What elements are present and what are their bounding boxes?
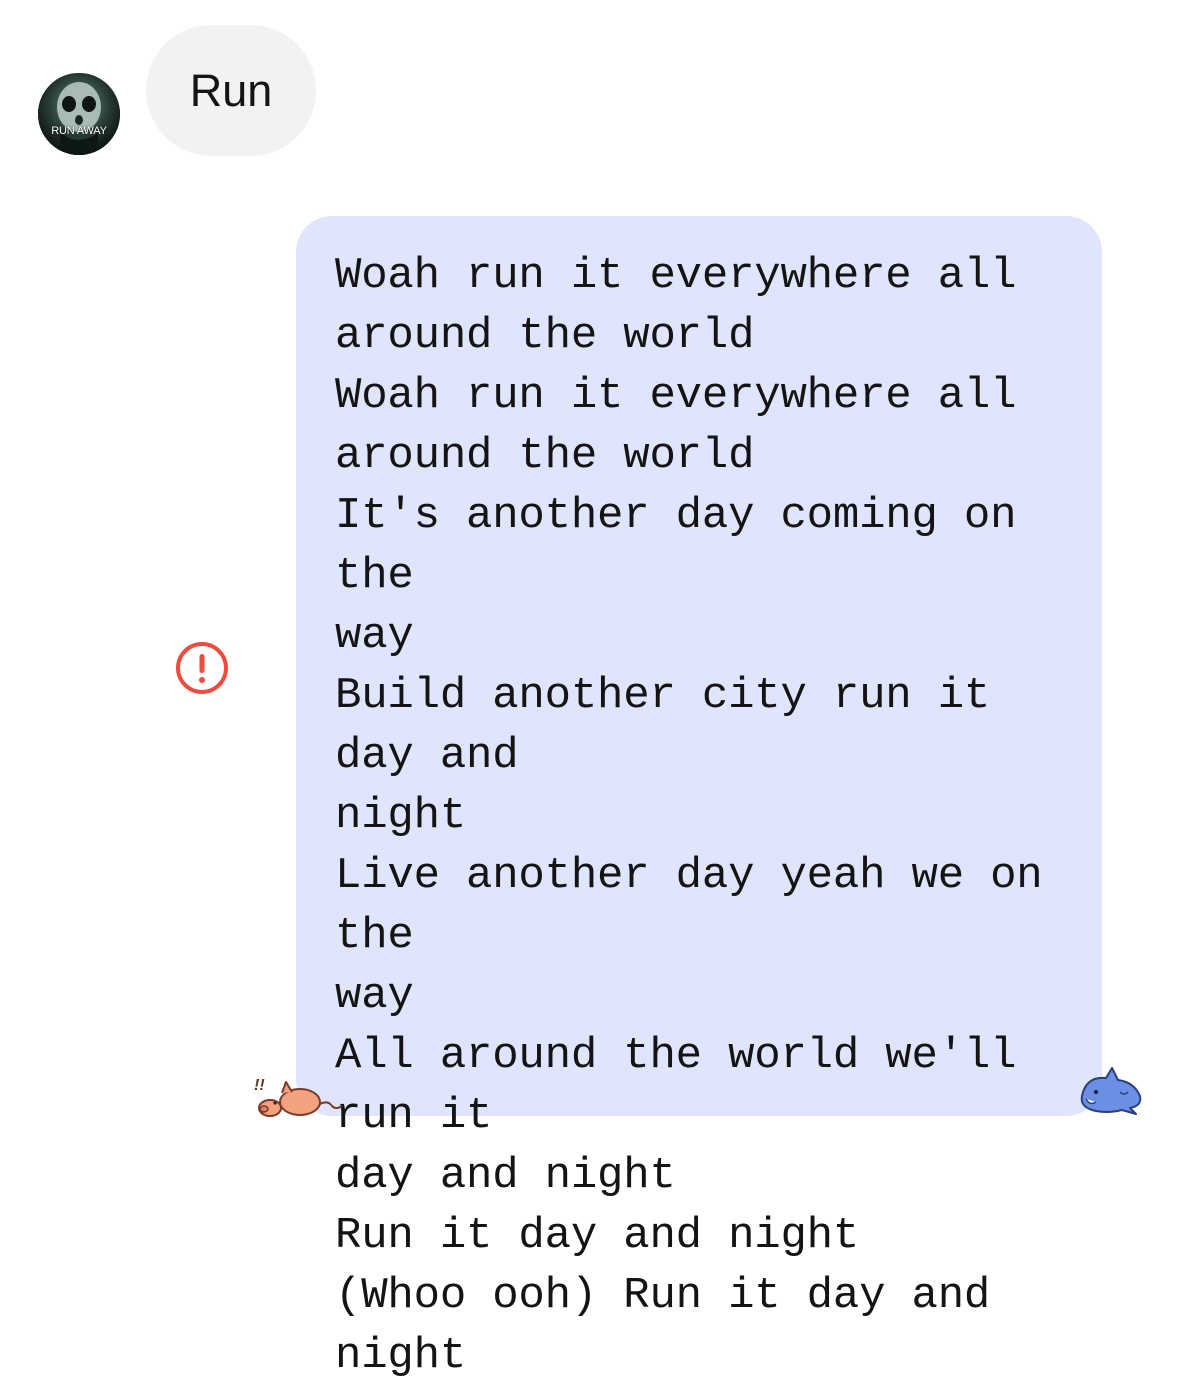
lyric-line: Live another day yeah we on the bbox=[335, 851, 1069, 961]
avatar[interactable]: RUN AWAY bbox=[38, 73, 120, 155]
lyric-line: It's another day coming on the bbox=[335, 491, 1043, 601]
lyric-line: night bbox=[335, 791, 467, 841]
lyric-line: Woah run it everywhere all bbox=[335, 371, 1017, 421]
incoming-message-bubble[interactable]: Run bbox=[146, 25, 316, 156]
lyric-line: Woah run it everywhere all bbox=[335, 251, 1017, 301]
pig-sticker-icon: !! bbox=[248, 1072, 344, 1122]
outgoing-message-bubble[interactable]: Woah run it everywhere all around the wo… bbox=[296, 216, 1102, 1381]
skull-avatar-icon bbox=[38, 73, 120, 155]
error-exclamation-icon[interactable] bbox=[174, 640, 230, 696]
lyric-line: Run it day and night bbox=[335, 1211, 860, 1261]
sticker-exclaim-text: !! bbox=[254, 1077, 265, 1094]
lyric-line: (Whoo ooh) Run it day and night bbox=[335, 1271, 1017, 1381]
lyric-line: Build another city run it day and bbox=[335, 671, 1017, 781]
lyric-line: All around the world we'll run it bbox=[335, 1031, 1043, 1141]
lyric-line: way bbox=[335, 611, 414, 661]
incoming-message-text: Run bbox=[189, 65, 273, 116]
avatar-label: RUN AWAY bbox=[51, 125, 107, 137]
lyric-line: around the world bbox=[335, 431, 755, 481]
lyric-line: around the world bbox=[335, 311, 755, 361]
lyric-line: way bbox=[335, 971, 414, 1021]
outgoing-message-text: Woah run it everywhere all around the wo… bbox=[335, 246, 1062, 1386]
lyric-line: day and night bbox=[335, 1151, 676, 1201]
blue-shark-sticker-icon bbox=[1076, 1066, 1146, 1118]
